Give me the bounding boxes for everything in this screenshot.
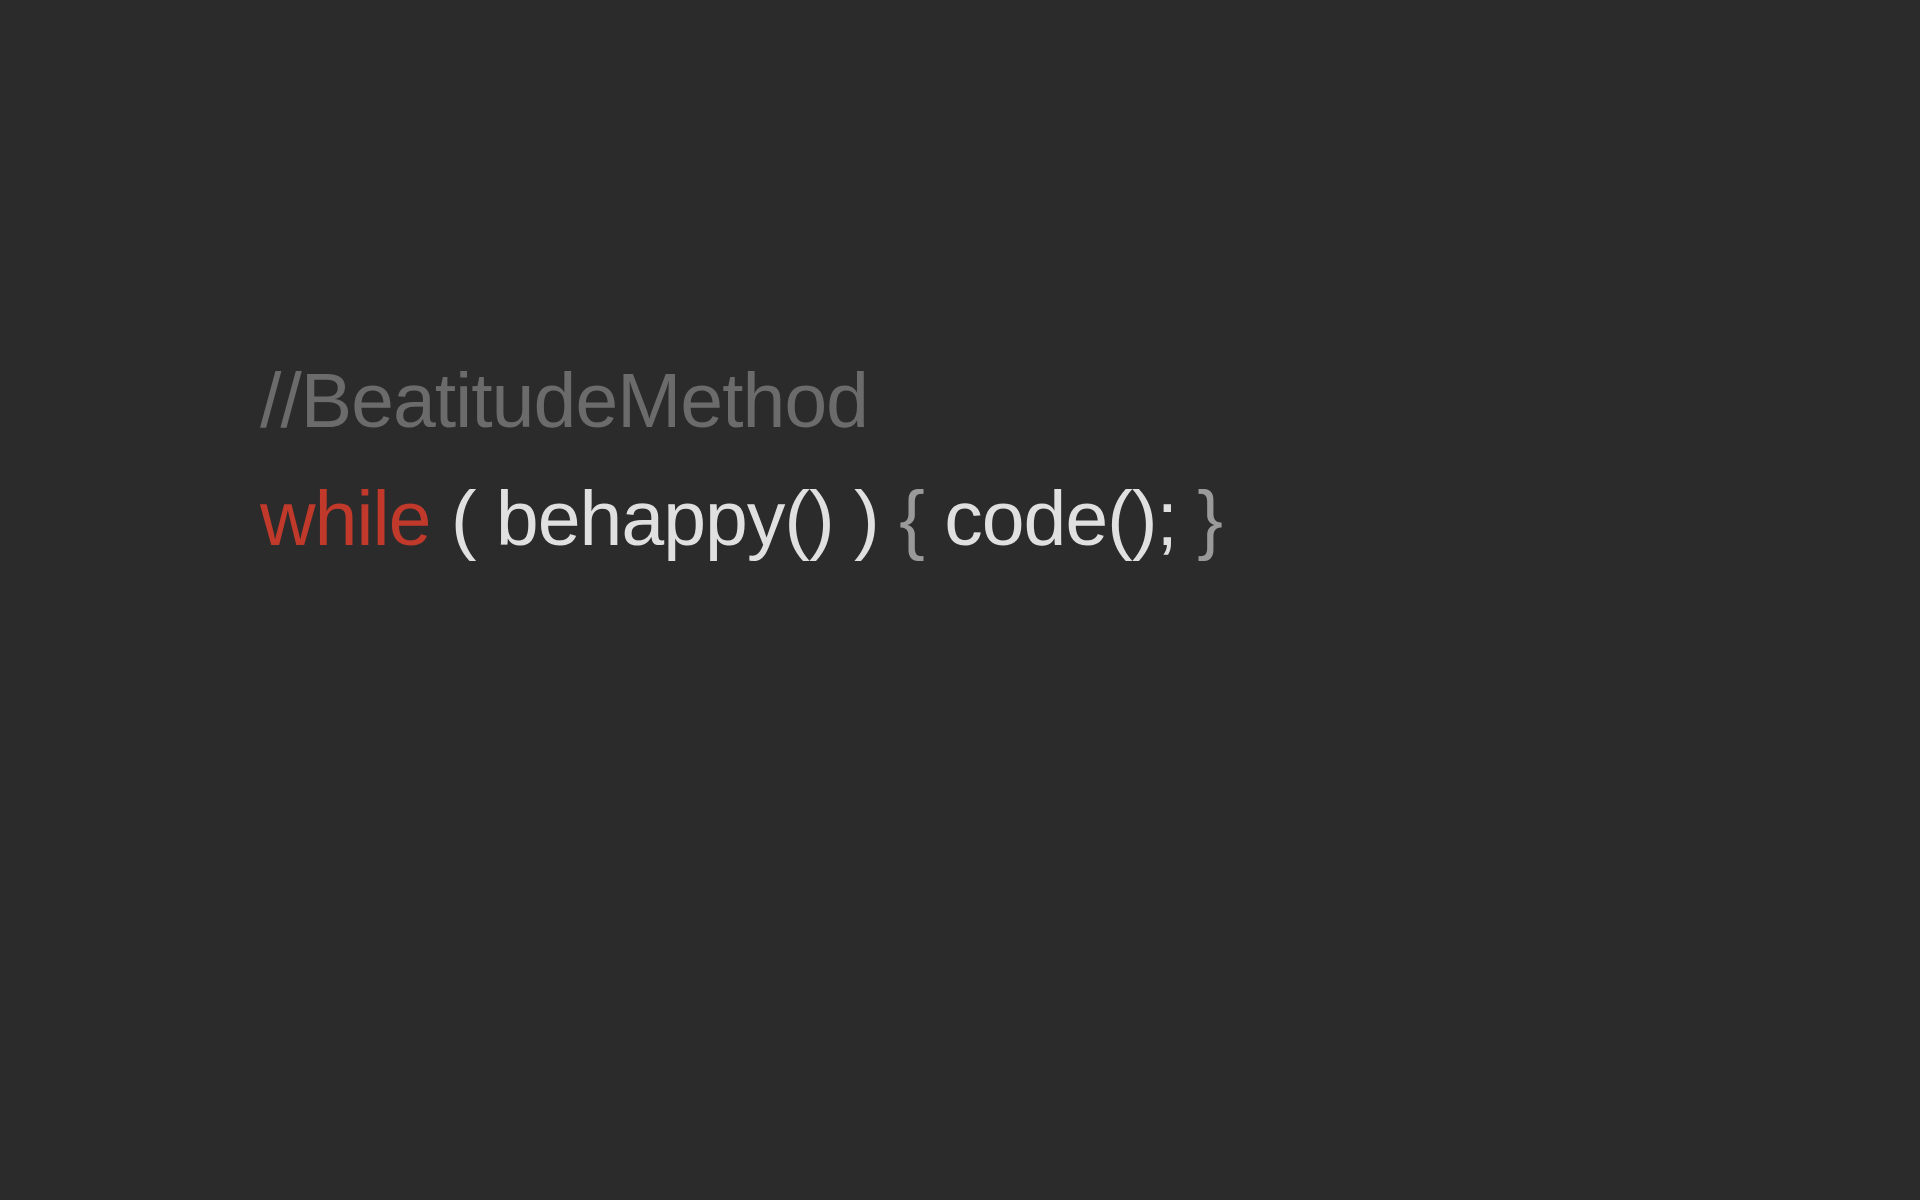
body-call: code(); bbox=[944, 476, 1177, 562]
code-line: while ( behappy() ) { code(); } bbox=[260, 469, 1222, 569]
condition-call: behappy() bbox=[496, 476, 834, 562]
comment-line: //BeatitudeMethod bbox=[260, 351, 1222, 451]
close-paren: ) bbox=[834, 476, 899, 562]
keyword-while: while bbox=[260, 476, 430, 562]
open-paren: ( bbox=[430, 476, 495, 562]
open-brace: { bbox=[899, 476, 944, 562]
code-wallpaper-block: //BeatitudeMethod while ( behappy() ) { … bbox=[0, 351, 1222, 569]
close-brace: } bbox=[1177, 476, 1222, 562]
